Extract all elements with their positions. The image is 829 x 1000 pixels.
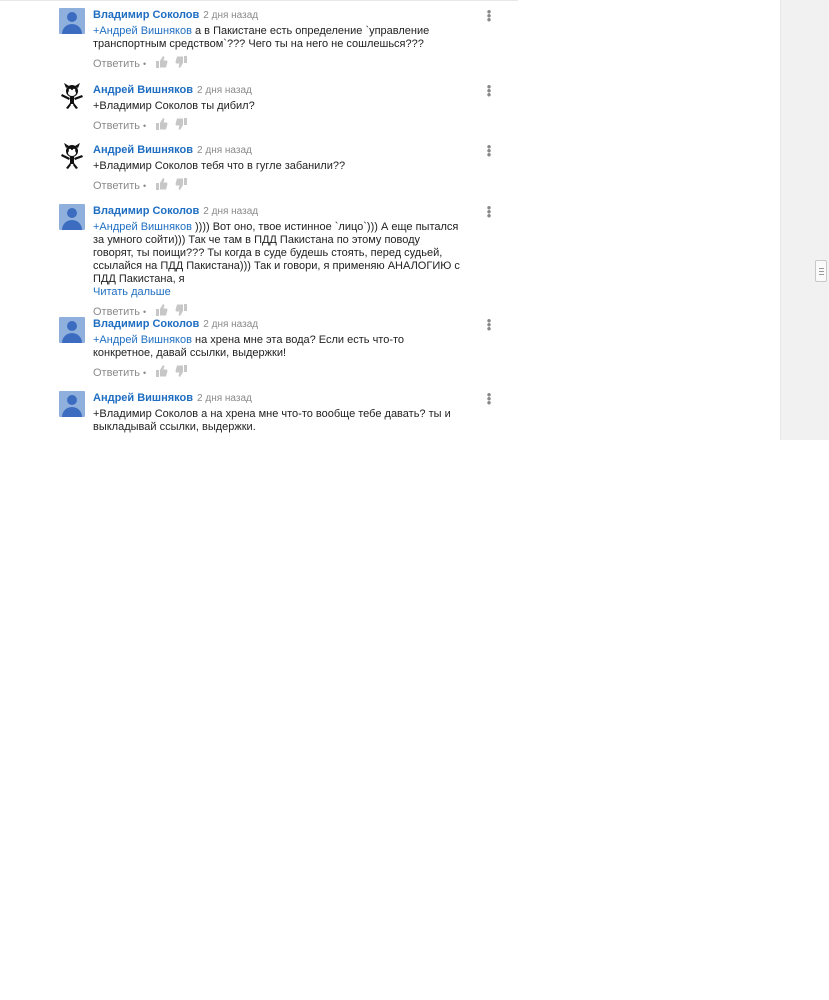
separator-dot: • [143,368,147,378]
reply-button[interactable]: Ответить [93,119,140,133]
comment-author[interactable]: Андрей Вишняков [93,392,193,404]
more-options-icon[interactable]: • • • [486,140,492,161]
dislike-thumb-icon[interactable] [175,56,188,72]
comment-text: +Андрей Вишняков а в Пакистане есть опре… [93,25,463,51]
dislike-thumb-icon[interactable] [175,118,188,134]
separator-dot: • [143,121,147,131]
comment-time[interactable]: 2 дня назад [197,85,252,96]
comment-author[interactable]: Андрей Вишняков [93,144,193,156]
comment-author[interactable]: Владимир Соколов [93,9,199,21]
more-options-icon[interactable]: • • • [486,388,492,409]
dislike-thumb-icon[interactable] [175,178,188,194]
reply-button[interactable]: Ответить [93,179,140,193]
separator-dot: • [143,59,147,69]
comment-body: +Владимир Соколов а на хрена мне что-то … [93,408,451,433]
separator-dot: • [143,181,147,191]
default-avatar-icon[interactable] [59,317,85,343]
comment-body: +Владимир Соколов ты дибил? [93,100,255,112]
mention-link[interactable]: +Андрей Вишняков [93,25,192,37]
comment-text: +Андрей Вишняков на хрена мне эта вода? … [93,334,463,360]
comment-time[interactable]: 2 дня назад [197,145,252,156]
more-options-icon[interactable]: • • • [486,80,492,101]
comment-text: +Андрей Вишняков )))) Вот оно, твое исти… [93,221,463,286]
like-thumb-icon[interactable] [156,56,168,72]
default-avatar-icon[interactable] [59,204,85,230]
mention-link[interactable]: +Андрей Вишняков [93,221,192,233]
more-options-icon[interactable]: • • • [486,201,492,222]
mention-link[interactable]: +Андрей Вишняков [93,334,192,346]
more-options-icon[interactable]: • • • [486,314,492,335]
default-avatar-icon[interactable] [59,8,85,34]
comment-author[interactable]: Владимир Соколов [93,318,199,330]
top-divider [0,0,518,1]
comment-text: +Владимир Соколов ты дибил? [93,100,463,113]
cartoon-cat-avatar-icon[interactable] [59,143,85,169]
comment-text: +Владимир Соколов тебя что в гугле забан… [93,160,463,173]
right-sidebar [780,0,829,440]
cartoon-cat-avatar-icon[interactable] [59,83,85,109]
comment-time[interactable]: 2 дня назад [203,206,258,217]
comment-author[interactable]: Андрей Вишняков [93,84,193,96]
comment-time[interactable]: 2 дня назад [197,393,252,404]
like-thumb-icon[interactable] [156,178,168,194]
like-thumb-icon[interactable] [156,365,168,381]
read-more-link[interactable]: Читать дальше [93,286,493,299]
comment-body: +Владимир Соколов тебя что в гугле забан… [93,160,346,172]
default-avatar-icon[interactable] [59,391,85,417]
comment-time[interactable]: 2 дня назад [203,10,258,21]
like-thumb-icon[interactable] [156,118,168,134]
dislike-thumb-icon[interactable] [175,365,188,381]
reply-button[interactable]: Ответить [93,57,140,71]
comment-time[interactable]: 2 дня назад [203,319,258,330]
scrollbar-handle[interactable] [815,260,827,282]
reply-button[interactable]: Ответить [93,366,140,380]
comment-author[interactable]: Владимир Соколов [93,205,199,217]
comment-text: +Владимир Соколов а на хрена мне что-то … [93,408,463,434]
more-options-icon[interactable]: • • • [486,5,492,26]
